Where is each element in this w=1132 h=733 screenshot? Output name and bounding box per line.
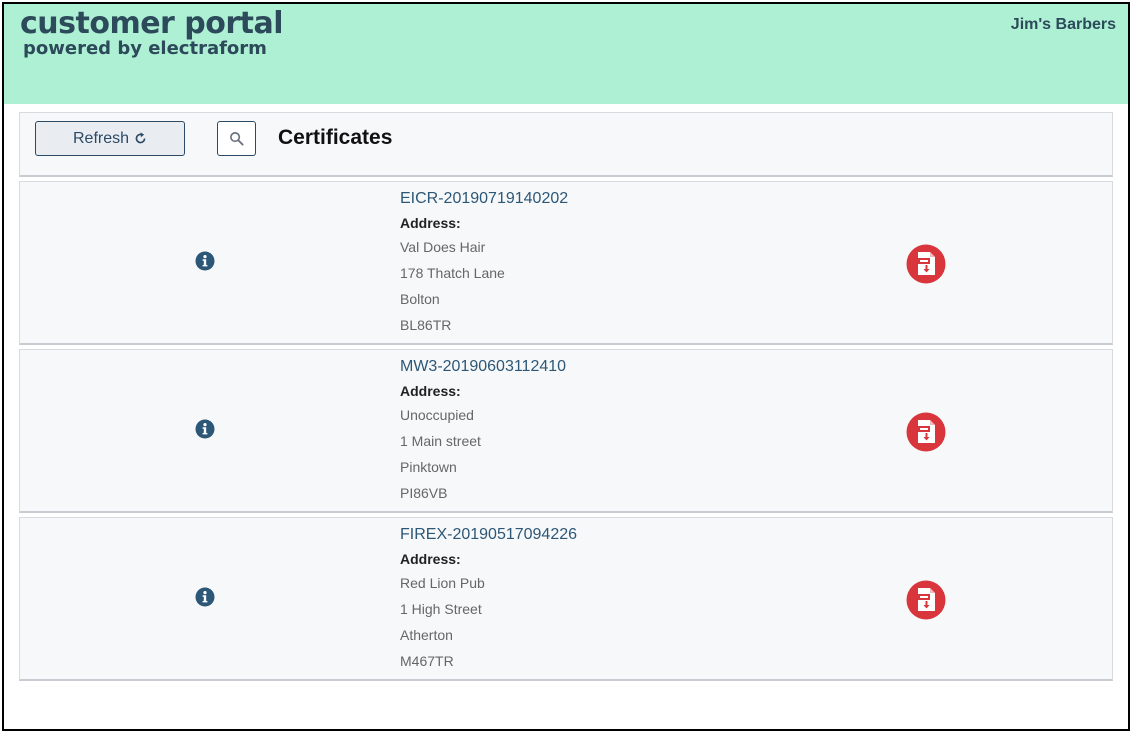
- certificate-card: MW3-20190603112410 Address: Unoccupied 1…: [19, 349, 1113, 513]
- address-label: Address:: [400, 383, 461, 399]
- certificate-name-link[interactable]: EICR-20190719140202: [400, 190, 568, 208]
- address-line: 1 Main street: [400, 433, 481, 449]
- address-line: Red Lion Pub: [400, 575, 485, 591]
- address-label: Address:: [400, 215, 461, 231]
- address-line: Atherton: [400, 627, 453, 643]
- certificate-details: FIREX-20190517094226 Address: Red Lion P…: [400, 526, 577, 678]
- certificate-name-link[interactable]: MW3-20190603112410: [400, 358, 566, 376]
- info-icon[interactable]: [195, 251, 215, 271]
- app-window: customer portal powered by electraform J…: [2, 2, 1130, 731]
- certificate-card: EICR-20190719140202 Address: Val Does Ha…: [19, 181, 1113, 345]
- search-button[interactable]: [217, 121, 256, 156]
- address-line: 178 Thatch Lane: [400, 265, 505, 281]
- brand-subtitle: powered by electraform: [23, 38, 267, 59]
- page-title: Certificates: [278, 126, 393, 149]
- address-line: Val Does Hair: [400, 239, 486, 255]
- refresh-icon: [135, 132, 146, 144]
- refresh-button[interactable]: Refresh: [35, 121, 185, 156]
- address-line: Pinktown: [400, 459, 457, 475]
- search-icon: [230, 132, 244, 146]
- brand-title: customer portal: [20, 6, 284, 41]
- certificate-name-link[interactable]: FIREX-20190517094226: [400, 526, 577, 544]
- certificate-list: EICR-20190719140202 Address: Val Does Ha…: [19, 181, 1113, 685]
- info-icon[interactable]: [195, 419, 215, 439]
- address-line: BL86TR: [400, 317, 452, 333]
- address-line: 1 High Street: [400, 601, 482, 617]
- refresh-button-label: Refresh: [72, 129, 130, 147]
- info-icon[interactable]: [195, 587, 215, 607]
- toolbar: Refresh Certificates: [19, 112, 1113, 177]
- header: customer portal powered by electraform J…: [4, 4, 1128, 104]
- address-line: Unoccupied: [400, 407, 474, 423]
- pdf-download-icon[interactable]: [906, 580, 946, 620]
- certificate-details: EICR-20190719140202 Address: Val Does Ha…: [400, 190, 568, 342]
- account-name: Jim's Barbers: [1010, 16, 1116, 33]
- address-line: PI86VB: [400, 485, 448, 501]
- address-label: Address:: [400, 551, 461, 567]
- pdf-download-icon[interactable]: [906, 244, 946, 284]
- brand-logo: customer portal powered by electraform: [20, 6, 284, 59]
- address-line: Bolton: [400, 291, 440, 307]
- pdf-download-icon[interactable]: [906, 412, 946, 452]
- address-line: M467TR: [400, 653, 454, 669]
- certificate-card: FIREX-20190517094226 Address: Red Lion P…: [19, 517, 1113, 681]
- certificate-details: MW3-20190603112410 Address: Unoccupied 1…: [400, 358, 566, 510]
